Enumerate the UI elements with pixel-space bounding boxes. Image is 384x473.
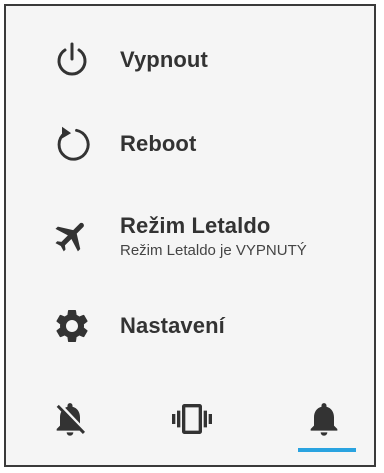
power-off-label: Vypnout bbox=[120, 47, 208, 72]
airplane-mode-item[interactable]: Režim Letaldo Režim Letaldo je VYPNUTÝ bbox=[6, 206, 374, 266]
bell-off-icon bbox=[50, 399, 90, 444]
power-icon bbox=[52, 40, 92, 80]
silent-mode-button[interactable] bbox=[42, 393, 98, 449]
sound-mode-button[interactable] bbox=[296, 393, 352, 449]
power-menu-dialog: Vypnout Reboot Režim Letaldo Režim Letal… bbox=[4, 4, 376, 467]
reboot-item[interactable]: Reboot bbox=[6, 118, 374, 170]
restart-icon bbox=[52, 124, 92, 164]
gear-icon bbox=[52, 306, 92, 346]
selected-mode-indicator bbox=[298, 448, 356, 452]
vibrate-mode-button[interactable] bbox=[164, 393, 220, 449]
settings-item[interactable]: Nastavení bbox=[6, 300, 374, 352]
sound-mode-bar bbox=[6, 393, 374, 465]
power-off-item[interactable]: Vypnout bbox=[6, 34, 374, 86]
bell-icon bbox=[304, 399, 344, 444]
reboot-label: Reboot bbox=[120, 131, 197, 156]
airplane-icon bbox=[52, 216, 92, 256]
vibrate-icon bbox=[172, 399, 212, 444]
airplane-mode-label: Režim Letaldo bbox=[120, 213, 271, 238]
airplane-mode-status: Režim Letaldo je VYPNUTÝ bbox=[120, 242, 307, 259]
settings-label: Nastavení bbox=[120, 313, 225, 338]
